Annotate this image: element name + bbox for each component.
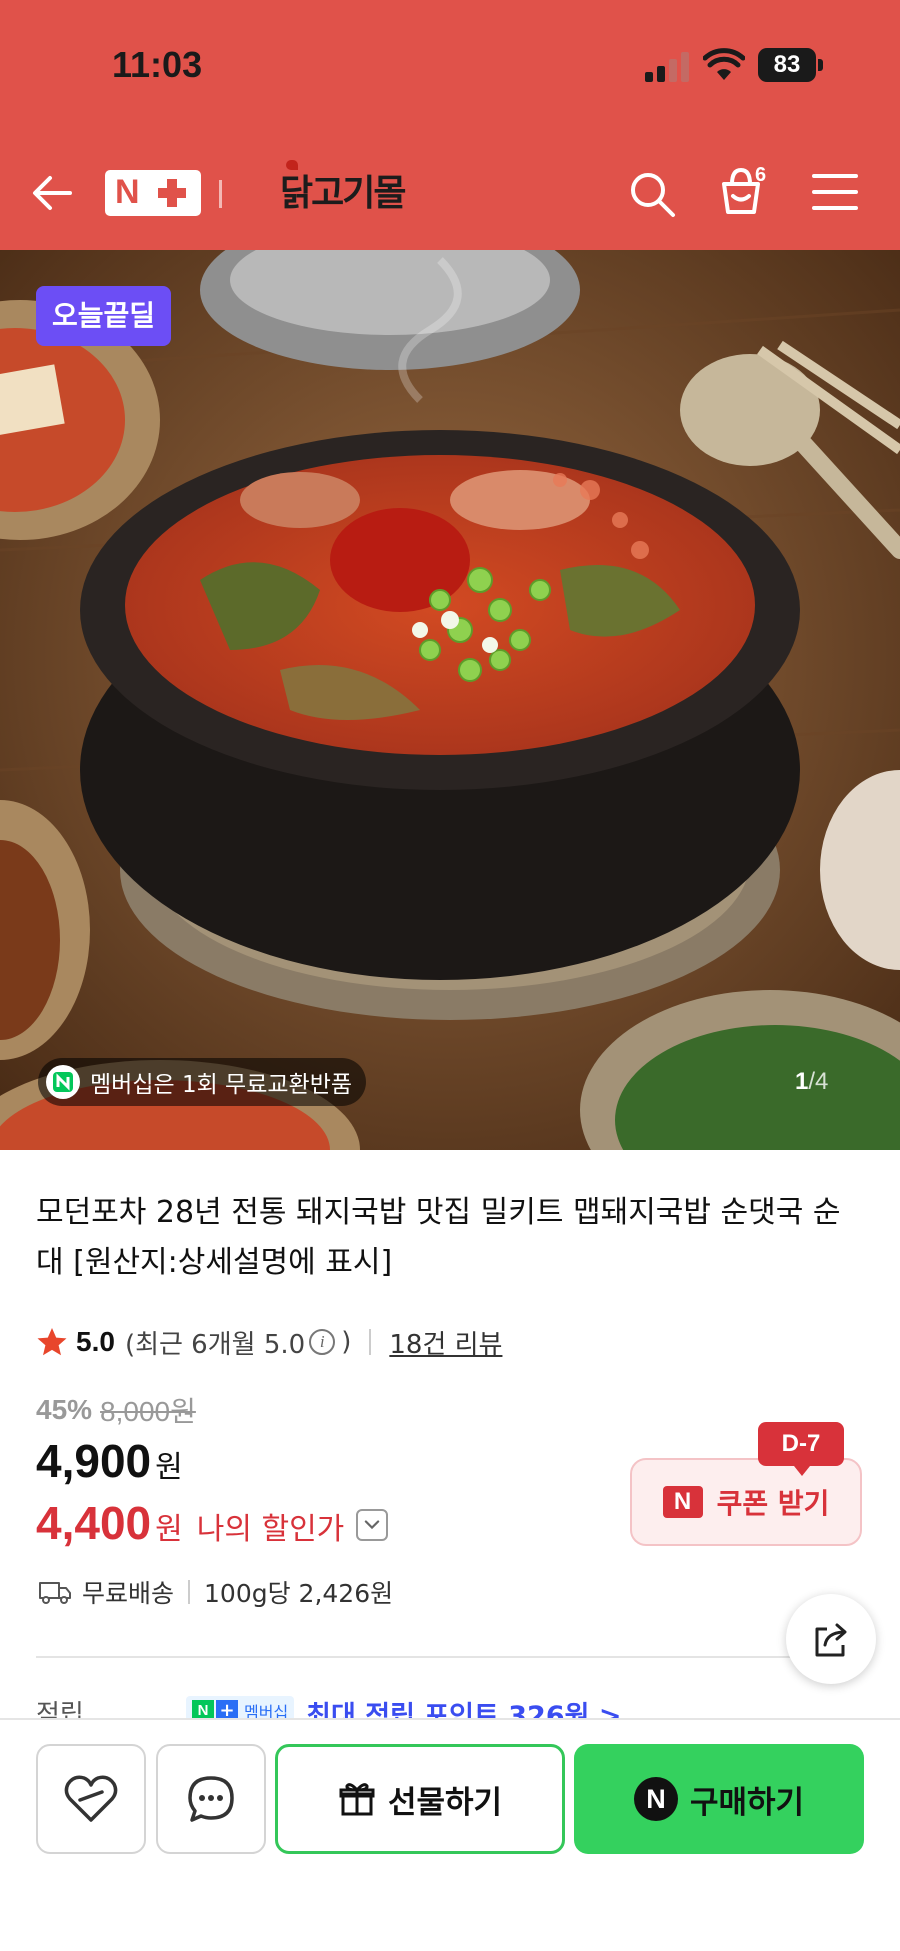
gift-label: 선물하기 xyxy=(387,1784,503,1821)
bottom-action-bar: 선물하기 N 구매하기 xyxy=(0,1718,900,1951)
my-discount-label: 나의 할인가 xyxy=(196,1512,345,1547)
product-title: 모던포차 28년 전통 돼지국밥 맛집 밀키트 맵돼지국밥 순댓국 순대 [원산… xyxy=(36,1195,841,1280)
wifi-icon xyxy=(703,48,745,80)
naver-plus-logo[interactable]: N xyxy=(105,170,201,216)
naver-n-letter: N xyxy=(115,173,140,211)
chevron-down-icon[interactable] xyxy=(356,1509,389,1541)
original-price: 8,000원 xyxy=(100,1396,196,1427)
star-icon xyxy=(37,1328,67,1356)
section-divider xyxy=(36,1656,864,1658)
share-button[interactable] xyxy=(786,1594,876,1684)
rating-divider xyxy=(369,1329,372,1355)
my-discount-price: 4,400 xyxy=(36,1497,152,1549)
store-brand-name: 닭고기몰 xyxy=(280,173,406,214)
heart-icon xyxy=(64,1775,118,1822)
sale-price-row: 4,900 원 xyxy=(36,1434,183,1488)
my-discount-price-unit: 원 xyxy=(155,1512,183,1547)
naver-pay-icon: N xyxy=(633,1777,678,1821)
my-discount-price-row[interactable]: 4,400 원 나의 할인가 xyxy=(36,1496,389,1550)
status-bar: 11:03 83 xyxy=(0,0,900,130)
battery-icon: 83 xyxy=(758,46,824,84)
buy-button[interactable]: N 구매하기 xyxy=(574,1744,864,1854)
battery-level: 83 xyxy=(758,48,816,82)
rating-score: 5.0 xyxy=(76,1326,115,1357)
product-photo xyxy=(0,250,900,1150)
carousel-page-indicator: 1/4 xyxy=(795,1068,829,1095)
cart-count-badge: 6 xyxy=(755,164,767,186)
today-deal-badge: 오늘끝딜 xyxy=(36,286,172,346)
hamburger-menu-icon[interactable] xyxy=(812,172,858,212)
delivery-truck-icon xyxy=(39,1582,71,1604)
gift-icon xyxy=(339,1783,375,1816)
rating-row: 5.0 (최근 6개월 5.0 i ) 18건 리뷰 xyxy=(36,1322,502,1362)
unit-price-text: 100g당 2,426원 xyxy=(204,1579,394,1608)
recent-rating-close: ) xyxy=(341,1327,352,1357)
free-shipping-text: 무료배송 xyxy=(82,1579,175,1608)
wishlist-button[interactable] xyxy=(36,1744,146,1854)
shipping-row: 무료배송 100g당 2,426원 xyxy=(38,1574,393,1610)
recent-rating-text: (최근 6개월 5.0 xyxy=(124,1329,306,1360)
naver-coupon-icon: N xyxy=(662,1486,703,1518)
share-icon xyxy=(815,1623,847,1657)
membership-return-chip[interactable]: 멤버십은 1회 무료교환반품 xyxy=(38,1058,367,1106)
naver-membership-icon xyxy=(46,1065,80,1099)
review-count-link[interactable]: 18건 리뷰 xyxy=(389,1324,502,1361)
info-icon[interactable]: i xyxy=(309,1329,336,1355)
back-arrow-icon[interactable] xyxy=(30,170,76,216)
store-brand-logo[interactable]: 닭고기몰 xyxy=(280,160,406,216)
discount-percent: 45% xyxy=(36,1394,93,1425)
gift-button[interactable]: 선물하기 xyxy=(275,1744,565,1854)
product-image-carousel[interactable]: 오늘끝딜 멤버십은 1회 무료교환반품 1/4 xyxy=(0,250,900,1150)
cellular-signal-icon xyxy=(645,52,689,82)
get-coupon-button[interactable]: N 쿠폰 받기 xyxy=(630,1458,862,1546)
search-icon[interactable] xyxy=(628,170,676,218)
status-time: 11:03 xyxy=(112,44,203,85)
nav-divider xyxy=(219,180,222,208)
sale-price: 4,900 xyxy=(36,1435,152,1487)
nav-bar: N 닭고기몰 6 xyxy=(0,150,900,236)
get-coupon-label: 쿠폰 받기 xyxy=(716,1487,830,1520)
coupon-dday-tag: D-7 xyxy=(758,1422,844,1476)
chat-bubble-icon xyxy=(188,1776,234,1822)
discount-row: 45% 8,000원 xyxy=(36,1390,196,1430)
talktalk-inquiry-button[interactable] xyxy=(156,1744,266,1854)
shipping-divider xyxy=(188,1580,191,1604)
buy-label: 구매하기 xyxy=(689,1784,805,1821)
sale-price-unit: 원 xyxy=(155,1450,183,1485)
membership-return-text: 멤버십은 1회 무료교환반품 xyxy=(90,1072,353,1098)
app-header: 11:03 83 N 닭고기몰 6 xyxy=(0,0,900,250)
